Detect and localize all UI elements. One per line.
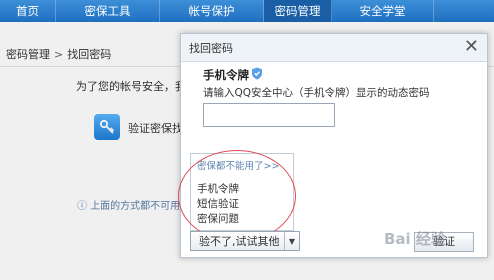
nav-home[interactable]: 首页 (0, 0, 56, 22)
dialog-header: 找回密码 ✕ (181, 34, 487, 62)
top-nav: 首页 密保工具 帐号保护 密码管理 安全学堂 (0, 0, 494, 22)
token-title: 手机令牌 (203, 68, 249, 82)
nav-security-tools[interactable]: 密保工具 (56, 0, 160, 22)
verify-button[interactable]: 验证 (414, 232, 474, 252)
close-icon[interactable]: ✕ (464, 36, 479, 58)
token-hint: 请输入QQ安全中心（手机令牌）显示的动态密码 (203, 87, 430, 99)
dynamic-code-input[interactable] (203, 103, 335, 127)
try-other-method-button[interactable]: 验不了,试试其他 ▼ (190, 231, 300, 251)
nav-account-protection[interactable]: 帐号保护 (160, 0, 264, 22)
nav-security-school[interactable]: 安全学堂 (332, 0, 434, 22)
try-other-label: 验不了,试试其他 (199, 235, 280, 248)
annotation-circle (178, 150, 296, 242)
dialog-title: 找回密码 (189, 42, 233, 55)
chevron-down-icon[interactable]: ▼ (284, 232, 299, 250)
shield-icon (252, 67, 262, 80)
nav-password-management[interactable]: 密码管理 (264, 0, 332, 22)
